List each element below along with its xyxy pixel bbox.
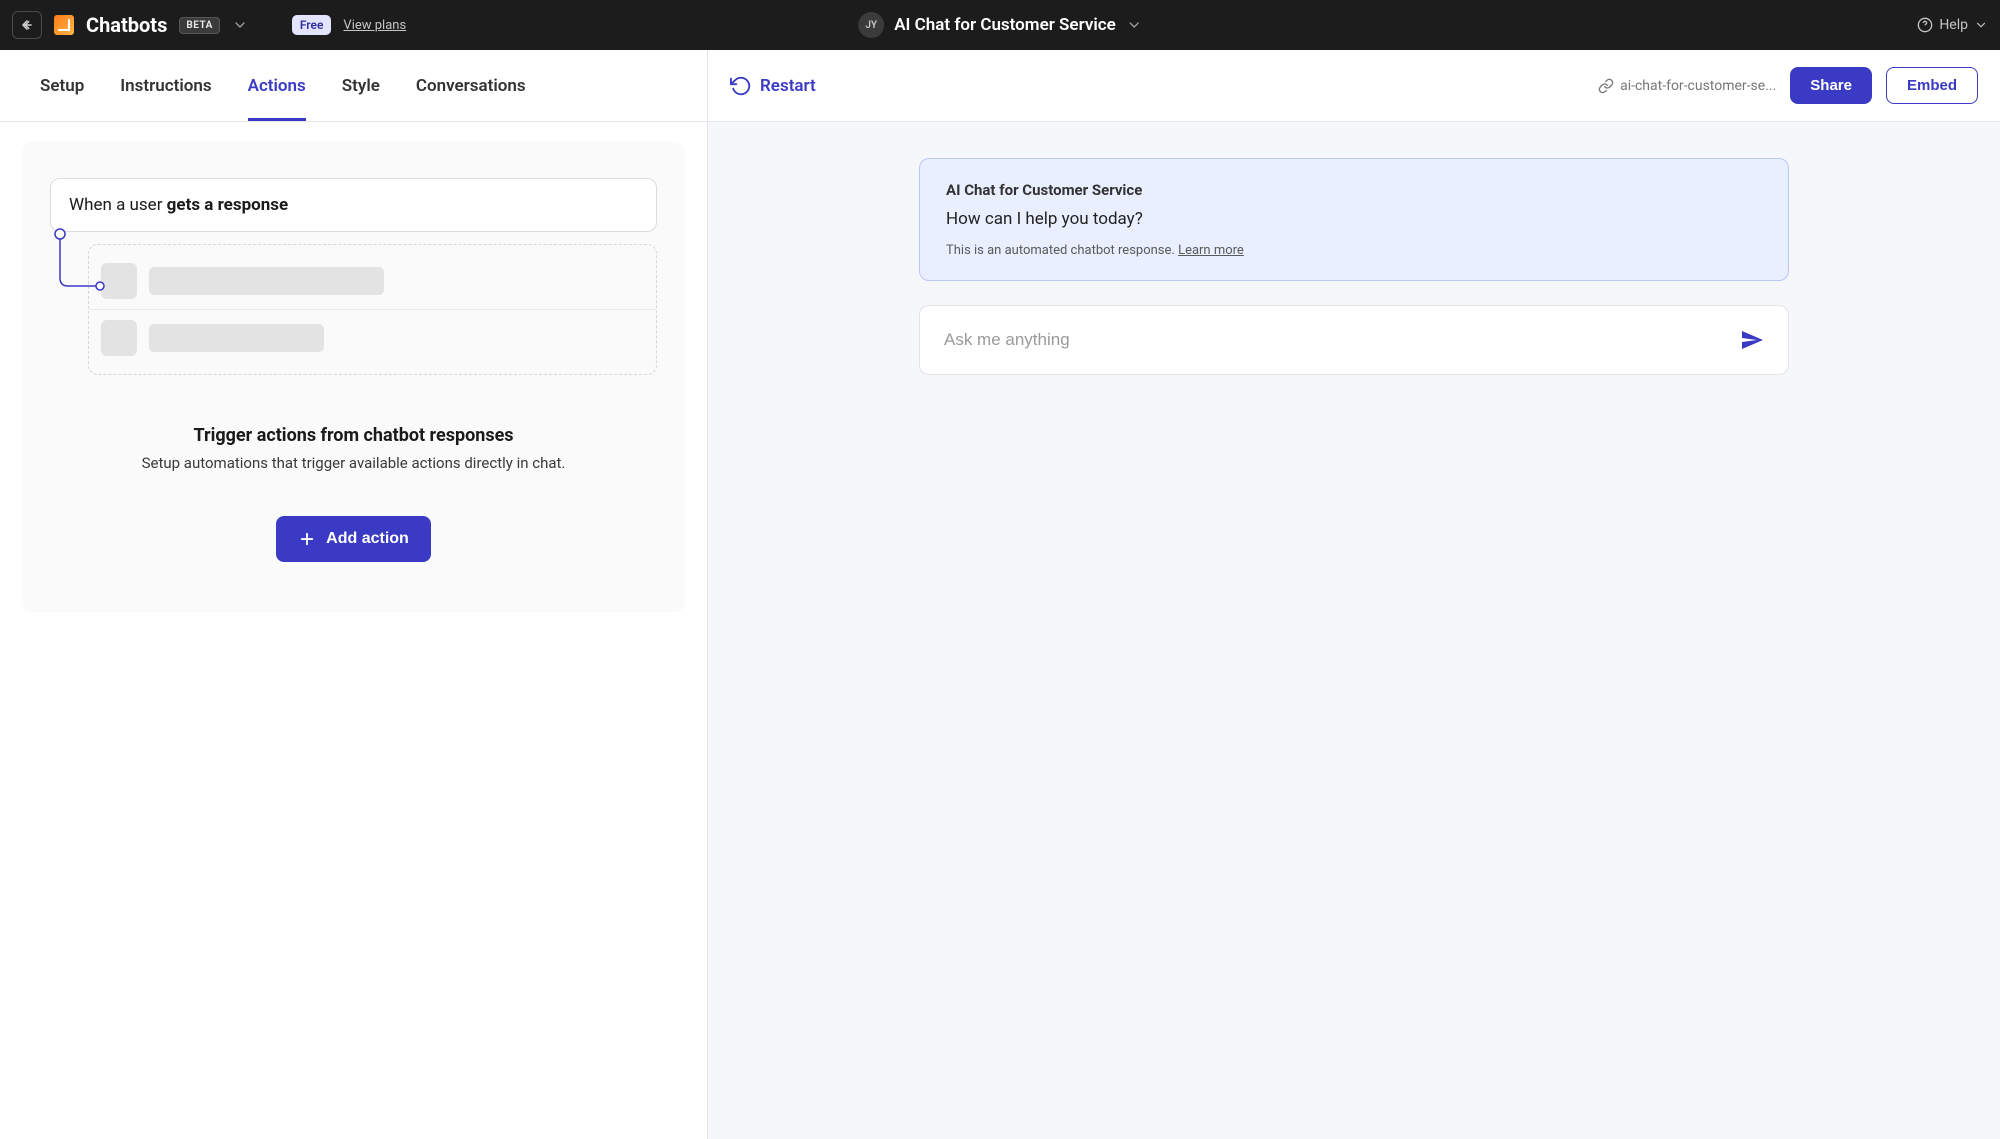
left-pane: Setup Instructions Actions Style Convers… <box>0 50 708 1139</box>
plan-badge: Free <box>292 15 332 35</box>
chatbot-title[interactable]: AI Chat for Customer Service <box>894 15 1116 35</box>
add-action-button[interactable]: Add action <box>276 516 431 562</box>
chevron-down-icon[interactable] <box>232 17 248 33</box>
action-placeholder-row <box>101 255 644 307</box>
arrow-left-icon <box>20 18 34 32</box>
actions-panel: When a user gets a response <box>22 142 685 612</box>
tabs: Setup Instructions Actions Style Convers… <box>0 50 707 122</box>
embed-button[interactable]: Embed <box>1886 67 1978 104</box>
disclaimer: This is an automated chatbot response. L… <box>946 243 1762 258</box>
help-label: Help <box>1939 17 1968 33</box>
help-icon <box>1917 17 1933 33</box>
right-pane: Restart ai-chat-for-customer-se... Share… <box>708 50 2000 1139</box>
link-icon <box>1598 78 1614 94</box>
add-action-label: Add action <box>326 530 409 548</box>
plus-icon <box>298 530 316 548</box>
topbar-center: JY AI Chat for Customer Service <box>858 12 1142 38</box>
beta-badge: BETA <box>179 17 220 34</box>
tab-conversations[interactable]: Conversations <box>416 50 526 121</box>
app-logo <box>54 15 74 35</box>
restart-label: Restart <box>760 76 816 96</box>
restart-icon <box>730 75 752 97</box>
chat-input-wrap <box>919 305 1789 375</box>
welcome-card: AI Chat for Customer Service How can I h… <box>919 158 1789 281</box>
slug-text: ai-chat-for-customer-se... <box>1620 78 1776 94</box>
chat-input[interactable] <box>944 330 1740 350</box>
tab-instructions[interactable]: Instructions <box>120 50 211 121</box>
tab-setup[interactable]: Setup <box>40 50 84 121</box>
chatbot-url-slug[interactable]: ai-chat-for-customer-se... <box>1598 78 1776 94</box>
restart-button[interactable]: Restart <box>730 75 816 97</box>
brand-name: Chatbots <box>86 13 167 37</box>
help-menu[interactable]: Help <box>1917 17 1988 33</box>
placeholder-icon <box>101 263 137 299</box>
tab-actions[interactable]: Actions <box>248 50 306 121</box>
topbar: Chatbots BETA Free View plans JY AI Chat… <box>0 0 2000 50</box>
chevron-down-icon[interactable] <box>1126 17 1142 33</box>
chevron-down-icon <box>1974 18 1988 32</box>
send-button[interactable] <box>1740 328 1764 352</box>
main: Setup Instructions Actions Style Convers… <box>0 50 2000 1139</box>
tab-style[interactable]: Style <box>342 50 380 121</box>
placeholder-icon <box>101 320 137 356</box>
avatar: JY <box>858 12 884 38</box>
learn-more-link[interactable]: Learn more <box>1178 243 1244 258</box>
actions-subtext: Setup automations that trigger available… <box>142 454 566 472</box>
send-icon <box>1740 328 1764 352</box>
chat-area: AI Chat for Customer Service How can I h… <box>708 122 2000 1139</box>
trigger-event: gets a response <box>167 195 289 215</box>
actions-heading: Trigger actions from chatbot responses <box>193 425 513 446</box>
welcome-message: How can I help you today? <box>946 209 1762 229</box>
action-placeholder-row <box>101 312 644 364</box>
back-button[interactable] <box>12 11 42 39</box>
connector-wrap <box>50 232 657 375</box>
placeholder-text <box>149 324 324 352</box>
right-toolbar: Restart ai-chat-for-customer-se... Share… <box>708 50 2000 122</box>
trigger-row[interactable]: When a user gets a response <box>50 178 657 232</box>
action-placeholder-box <box>88 244 657 375</box>
bot-name: AI Chat for Customer Service <box>946 181 1762 199</box>
share-button[interactable]: Share <box>1790 67 1872 104</box>
trigger-prefix: When a user <box>69 195 167 215</box>
view-plans-link[interactable]: View plans <box>343 18 406 33</box>
placeholder-text <box>149 267 384 295</box>
disclaimer-text: This is an automated chatbot response. <box>946 243 1178 258</box>
divider <box>89 309 656 310</box>
